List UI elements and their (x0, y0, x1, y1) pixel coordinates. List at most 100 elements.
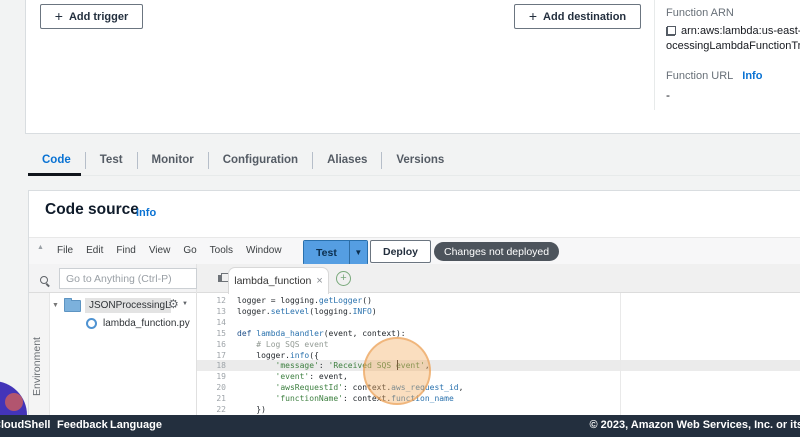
menu-find[interactable]: Find (116, 245, 135, 256)
code-line-19: 19 'event': event, (197, 371, 348, 382)
code-line-16: 16 # Log SQS event (197, 339, 328, 350)
tab-test[interactable]: Test (86, 154, 137, 166)
code-token: def (237, 328, 257, 338)
print-margin-line (620, 293, 621, 415)
chevron-down-icon: ▼ (354, 248, 363, 257)
code-line-13: 13 logger.setLevel(logging.INFO) (197, 306, 377, 317)
code-source-info-link[interactable]: Info (136, 207, 156, 219)
function-url-info-link[interactable]: Info (742, 70, 762, 82)
footer-link-language[interactable]: Language (110, 419, 162, 431)
menu-file[interactable]: File (57, 245, 73, 256)
search-icon (40, 276, 49, 285)
tab-configuration[interactable]: Configuration (209, 154, 312, 166)
folder-icon (63, 297, 81, 312)
tab-monitor[interactable]: Monitor (138, 154, 208, 166)
code-token: (logging. (309, 306, 353, 316)
code-token: ({ (309, 350, 319, 360)
code-token: }) (237, 405, 266, 414)
add-trigger-button[interactable]: + Add trigger (40, 4, 143, 29)
copy-icon[interactable] (666, 26, 676, 36)
panel-divider (654, 0, 655, 110)
function-tabs: Code Test Monitor Configuration Aliases Versi… (28, 146, 458, 174)
code-editor[interactable]: 12 logger = logging.getLogger() 13 logger.s… (197, 293, 800, 415)
file-name: lambda_function.py (103, 318, 190, 329)
test-dropdown-button[interactable]: ▼ (348, 241, 367, 264)
line-number: 14 (216, 317, 226, 327)
function-url-value: - (666, 88, 670, 102)
plus-icon: + (54, 7, 63, 24)
code-token: lambda_handler (256, 328, 324, 338)
tab-versions[interactable]: Versions (382, 154, 458, 166)
line-number: 22 (216, 405, 226, 414)
code-token: logger. (237, 306, 271, 316)
tree-folder-row[interactable]: ▼ JSONProcessingLam (52, 297, 171, 314)
footer-copyright: © 2023, Amazon Web Services, Inc. or its (589, 419, 800, 431)
line-number: 17 (216, 350, 226, 360)
menu-edit[interactable]: Edit (86, 245, 103, 256)
code-token: : event, (309, 372, 348, 382)
click-highlight-indicator (363, 337, 431, 405)
menu-tools[interactable]: Tools (210, 245, 233, 256)
menu-window[interactable]: Window (246, 245, 282, 256)
function-arn-row: arn:aws:lambda:us-east-1 (666, 25, 800, 37)
add-trigger-label: Add trigger (68, 10, 129, 23)
code-line-17: 17 logger.info({ (197, 350, 319, 361)
code-line-15: 15 def lambda_handler(event, context): (197, 328, 405, 339)
gear-icon[interactable]: ⚙ (168, 297, 179, 311)
deploy-status-badge: Changes not deployed (434, 242, 560, 261)
function-arn-value: arn:aws:lambda:us-east-1 (681, 25, 800, 37)
folder-name: JSONProcessingLam (84, 298, 171, 313)
lambda-console-page: + Add trigger + Add destination Function… (0, 0, 800, 437)
line-number: 20 (216, 383, 226, 393)
line-number: 18 (216, 361, 226, 371)
goto-anything-input[interactable] (59, 268, 197, 289)
code-token: 'functionName' (275, 394, 343, 404)
active-tab-underline (28, 173, 81, 176)
code-token: 'awsRequestId' (275, 383, 343, 393)
code-source-title: Code source (45, 201, 139, 218)
function-arn-label: Function ARN (666, 7, 734, 19)
code-token: logger = logging. (237, 296, 319, 305)
editor-tab-lambda-function[interactable]: lambda_function × (228, 267, 329, 294)
editor-tab-label: lambda_function (234, 275, 312, 287)
function-url-label: Function URL (666, 70, 734, 82)
footer-link-cloudshell[interactable]: CloudShell (0, 419, 50, 431)
add-destination-label: Add destination (543, 10, 627, 23)
line-number: 15 (216, 328, 226, 338)
tabs-divider (28, 175, 800, 176)
menu-view[interactable]: View (149, 245, 171, 256)
collapse-arrow-icon[interactable]: ▲ (37, 244, 44, 251)
code-token: info (289, 350, 310, 360)
code-line-22: 22 }) (197, 404, 266, 415)
code-token: () (362, 296, 372, 305)
ide-menubar: File Edit Find View Go Tools Window (57, 237, 282, 264)
tree-file-row[interactable]: lambda_function.py (86, 316, 190, 331)
code-line-14: 14 (197, 317, 237, 328)
code-token: INFO (352, 306, 372, 316)
environment-label: Environment (31, 337, 43, 396)
function-url-row: Function URL Info (666, 70, 762, 82)
code-line-12: 12 logger = logging.getLogger() (197, 295, 372, 306)
tab-aliases[interactable]: Aliases (313, 154, 381, 166)
code-token: ) (371, 306, 377, 316)
caret-down-icon[interactable]: ▼ (52, 302, 59, 309)
code-token: setLevel (270, 306, 310, 316)
deploy-button[interactable]: Deploy (370, 240, 432, 263)
gear-caret-icon: ▼ (182, 301, 188, 307)
code-token: 'event' (275, 372, 310, 382)
recording-cursor-inner (5, 393, 23, 411)
new-tab-button[interactable]: + (336, 271, 351, 286)
code-token: 'message' (275, 361, 319, 371)
tab-code[interactable]: Code (28, 154, 85, 166)
close-icon[interactable]: × (316, 275, 322, 287)
code-token: getLogger (318, 296, 363, 305)
function-arn-value-wrap: ocessingLambdaFunctionTrig (666, 40, 800, 52)
test-button[interactable]: Test (304, 241, 349, 264)
add-destination-button[interactable]: + Add destination (514, 4, 641, 29)
menu-go[interactable]: Go (183, 245, 196, 256)
footer-link-feedback[interactable]: Feedback (57, 419, 108, 431)
line-number: 16 (216, 339, 226, 349)
